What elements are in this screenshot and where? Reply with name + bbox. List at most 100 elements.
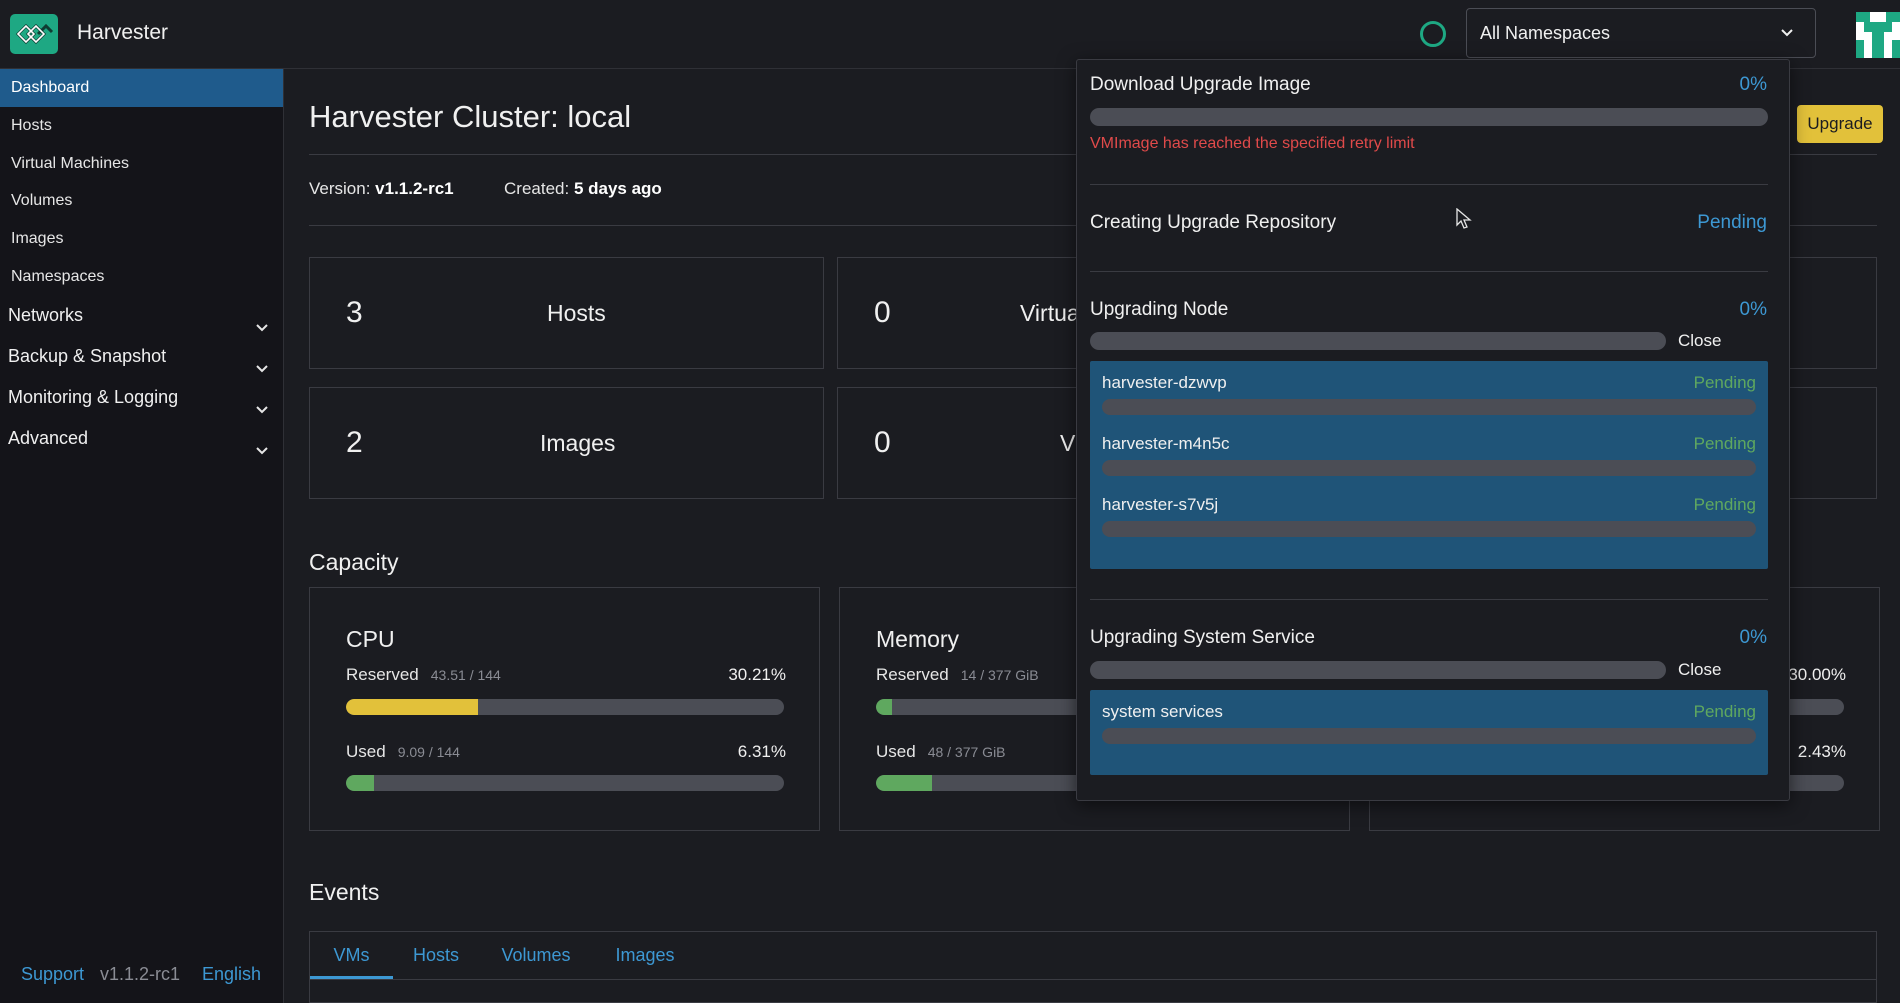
node-item-progress-bar [1102, 399, 1756, 415]
stat-count: 2 [346, 426, 363, 459]
used-progress-bar [346, 775, 784, 791]
tab-images[interactable]: Images [593, 932, 697, 979]
version-text: v1.1.2-rc1 [100, 964, 181, 984]
node-name: harvester-s7v5j [1102, 495, 1219, 514]
download-progress-bar [1090, 108, 1768, 126]
reserved-progress-bar [346, 699, 784, 715]
reserved-progress-fill [346, 699, 479, 715]
reserved-label-text: Reserved [346, 665, 419, 684]
system-progress-value: 0% [1739, 627, 1767, 648]
namespace-select-value: All Namespaces [1480, 23, 1611, 43]
node-close-button[interactable]: Close [1678, 331, 1721, 351]
sidebar-group-monitoring-logging[interactable]: Monitoring & Logging [0, 377, 283, 417]
used-label-text: Used [346, 742, 386, 761]
used-label: Used 48 / 377 GiB [876, 742, 1006, 762]
used-label: Used 9.09 / 144 [346, 742, 460, 762]
cluster-status-icon[interactable] [1420, 21, 1446, 47]
upgrading-system-service-title: Upgrading System Service [1090, 627, 1315, 648]
stat-count: 0 [874, 426, 891, 459]
sidebar-item-namespaces[interactable]: Namespaces [0, 258, 283, 296]
repository-status: Pending [1697, 212, 1767, 233]
sidebar-group-advanced[interactable]: Advanced [0, 418, 283, 458]
creating-repository-title: Creating Upgrade Repository [1090, 212, 1337, 233]
user-avatar[interactable] [1856, 12, 1900, 58]
sidebar-group-label: Backup & Snapshot [8, 346, 167, 366]
divider [1090, 184, 1768, 185]
system-service-name: system services [1102, 702, 1223, 721]
system-progress-bar [1090, 661, 1666, 679]
tab-volumes[interactable]: Volumes [479, 932, 593, 979]
reserved-percent: 30.21% [728, 665, 786, 684]
used-detail: 48 / 377 GiB [927, 744, 1006, 760]
sidebar-group-label: Monitoring & Logging [8, 387, 179, 407]
mouse-cursor-icon [1456, 207, 1472, 235]
cluster-version: Version: v1.1.2-rc1 [309, 179, 454, 199]
tab-divider [310, 979, 1876, 980]
reserved-label: Reserved 43.51 / 144 [346, 665, 501, 685]
system-close-button[interactable]: Close [1678, 660, 1721, 680]
node-state: Pending [1693, 434, 1756, 453]
used-label-text: Used [876, 742, 916, 761]
version-label: Version: [309, 179, 371, 198]
node-item-progress-bar [1102, 521, 1756, 537]
events-panel: VMs Hosts Volumes Images [309, 931, 1877, 1003]
stat-count: 0 [874, 296, 891, 329]
node-state: Pending [1693, 495, 1756, 514]
node-item-progress-bar [1102, 460, 1756, 476]
chevron-down-icon [255, 431, 269, 471]
page-title: Harvester Cluster: local [309, 99, 632, 134]
support-link[interactable]: Support [21, 964, 84, 985]
tab-hosts[interactable]: Hosts [393, 932, 479, 979]
sidebar-group-label: Advanced [8, 428, 89, 448]
sidebar-group-backup-snapshot[interactable]: Backup & Snapshot [0, 336, 283, 376]
system-service-state: Pending [1693, 702, 1756, 721]
chevron-down-icon [1779, 24, 1795, 45]
sidebar-footer: Support v1.1.2-rc1 English [0, 954, 283, 994]
tab-vms[interactable]: VMs [310, 932, 393, 979]
sidebar-item-virtual-machines[interactable]: Virtual Machines [0, 145, 283, 183]
download-progress-value: 0% [1739, 74, 1767, 95]
stat-label: Hosts [547, 300, 606, 326]
node-progress-bar [1090, 332, 1666, 350]
node-name: harvester-dzwvp [1102, 373, 1227, 392]
download-upgrade-image-title: Download Upgrade Image [1090, 74, 1311, 95]
sidebar: Dashboard Hosts Virtual Machines Volumes… [0, 69, 284, 1003]
images-stat-card[interactable]: 2 Images [309, 387, 824, 499]
created-value: 5 days ago [573, 179, 662, 198]
language-link[interactable]: English [202, 964, 261, 985]
sidebar-item-images[interactable]: Images [0, 220, 283, 258]
node-list-panel: harvester-dzwvp Pending harvester-m4n5c … [1090, 361, 1768, 569]
created-label: Created: [504, 179, 570, 198]
harvester-logo-icon[interactable] [10, 14, 58, 54]
upgrade-button[interactable]: Upgrade [1797, 105, 1883, 143]
sidebar-group-networks[interactable]: Networks [0, 295, 283, 335]
node-name: harvester-m4n5c [1102, 434, 1230, 453]
reserved-detail: 43.51 / 144 [430, 667, 501, 683]
stat-label: Virtua [1020, 300, 1080, 326]
used-progress-fill [876, 775, 932, 791]
system-service-progress-bar [1102, 728, 1756, 744]
reserved-label-text: Reserved [876, 665, 949, 684]
hosts-stat-card[interactable]: 3 Hosts [309, 257, 824, 369]
events-title: Events [309, 879, 380, 905]
capacity-title: Capacity [309, 549, 399, 575]
sidebar-item-dashboard[interactable]: Dashboard [0, 69, 283, 107]
stat-count: 3 [346, 296, 363, 329]
app-title: Harvester [77, 21, 169, 44]
cpu-capacity-card: CPU Reserved 43.51 / 144 30.21% Used 9.09 … [309, 587, 820, 831]
sidebar-item-volumes[interactable]: Volumes [0, 182, 283, 220]
download-error-message: VMImage has reached the specified retry … [1090, 135, 1415, 152]
upgrade-progress-popover: Download Upgrade Image 0% VMImage has re… [1076, 59, 1790, 801]
reserved-label: Reserved 14 / 377 GiB [876, 665, 1039, 685]
used-percent: 6.31% [737, 742, 786, 761]
capacity-card-title: Memory [876, 626, 960, 652]
reserved-progress-fill [876, 699, 893, 715]
stat-label: Images [540, 430, 616, 456]
used-detail: 9.09 / 144 [397, 744, 460, 760]
reserved-detail: 14 / 377 GiB [960, 667, 1039, 683]
sidebar-item-hosts[interactable]: Hosts [0, 107, 283, 145]
upgrading-node-title: Upgrading Node [1090, 299, 1229, 320]
namespace-select[interactable]: All Namespaces [1466, 8, 1816, 58]
system-service-panel: system services Pending [1090, 690, 1768, 775]
sidebar-group-label: Networks [8, 305, 84, 325]
